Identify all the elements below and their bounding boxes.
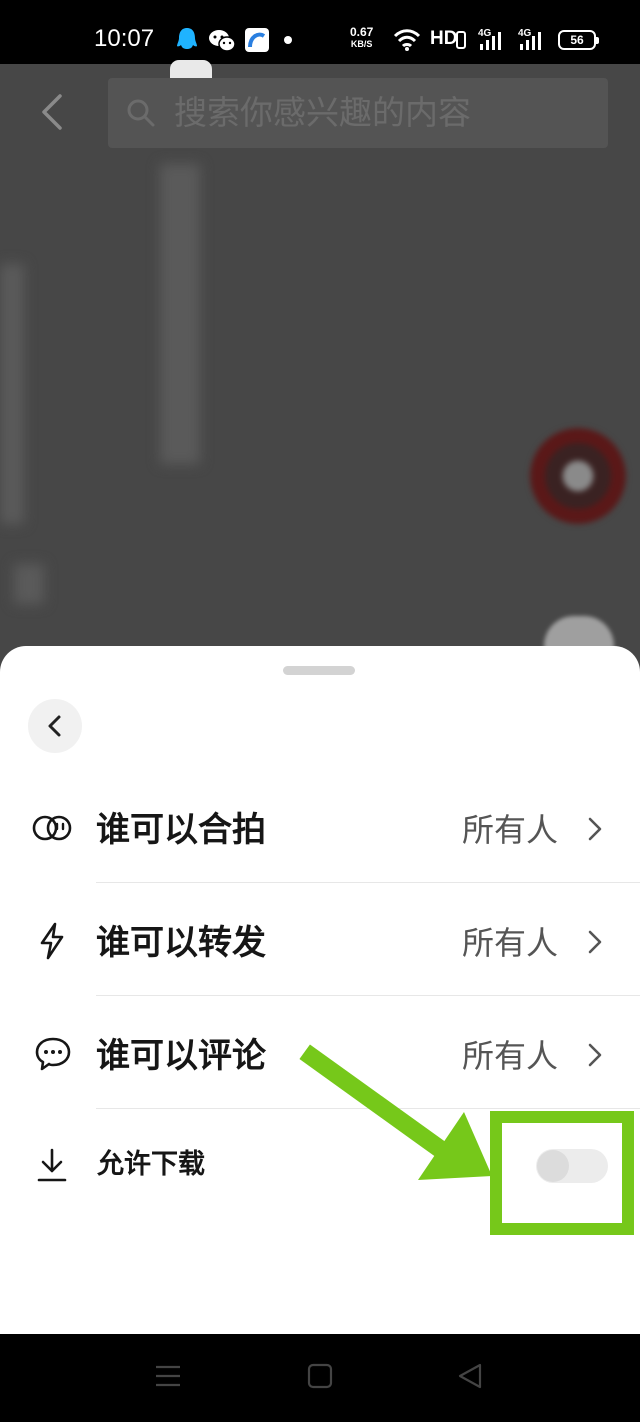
divider [96, 995, 640, 996]
video-background [0, 64, 640, 704]
wechat-icon [209, 30, 236, 52]
duet-icon [32, 815, 72, 841]
qq-icon [177, 28, 197, 49]
duet-permission-value: 所有人 [462, 811, 559, 849]
app-icon [245, 28, 269, 52]
comment-permission-row[interactable]: 谁可以评论 所有人 [0, 1000, 640, 1112]
duet-permission-row[interactable]: 谁可以合拍 所有人 [0, 774, 640, 886]
status-time: 10:07 [94, 25, 155, 52]
chevron-right-icon [588, 817, 602, 841]
net-speed-value: 0.67 [350, 25, 374, 39]
hd-label: HD [430, 28, 458, 49]
annotation-highlight-box [490, 1111, 634, 1235]
chevron-left-icon [48, 715, 61, 737]
signal-2-label: 4G [518, 28, 532, 39]
signal-icon-2: 4G [518, 28, 541, 50]
chevron-right-icon [588, 1043, 602, 1067]
search-placeholder: 搜索你感兴趣的内容 [174, 93, 471, 132]
signal-icon-1: 4G [478, 28, 501, 50]
interaction-settings-sheet: 谁可以合拍 所有人 谁可以转发 所有人 谁可以评论 所有人 允许下载 [0, 646, 640, 1334]
navigation-bar [0, 1334, 640, 1422]
allow-download-label: 允许下载 [97, 1149, 205, 1180]
net-speed: 0.67 KB/S [350, 26, 373, 50]
status-bar: 10:07 0.67 KB/S HD 4G 4G 56 [0, 0, 640, 64]
volte-icon [456, 31, 466, 49]
back-icon[interactable] [456, 1362, 484, 1390]
dot-icon [284, 36, 292, 44]
repost-permission-row[interactable]: 谁可以转发 所有人 [0, 887, 640, 999]
home-icon[interactable] [306, 1362, 334, 1390]
menu-icon[interactable] [154, 1362, 182, 1390]
signal-1-label: 4G [478, 28, 492, 39]
creator-avatar [530, 428, 626, 524]
wifi-icon [393, 29, 421, 51]
sheet-back-button[interactable] [28, 699, 82, 753]
divider [96, 882, 640, 883]
battery-level: 56 [570, 33, 584, 47]
battery-icon: 56 [558, 30, 599, 50]
comment-permission-value: 所有人 [462, 1037, 559, 1075]
search-icon [127, 99, 155, 127]
repost-permission-value: 所有人 [462, 924, 559, 962]
allow-download-row: 允许下载 [0, 1111, 640, 1235]
duet-permission-label: 谁可以合拍 [96, 810, 266, 850]
lightning-icon [40, 922, 64, 960]
back-icon[interactable] [36, 92, 70, 132]
net-speed-unit: KB/S [350, 39, 373, 49]
divider [96, 1108, 640, 1109]
search-bar[interactable]: 搜索你感兴趣的内容 [108, 78, 608, 148]
chevron-right-icon [588, 930, 602, 954]
download-icon [37, 1148, 67, 1182]
sheet-grabber[interactable] [283, 666, 355, 675]
comment-permission-label: 谁可以评论 [96, 1036, 266, 1076]
comment-icon [35, 1037, 71, 1071]
repost-permission-label: 谁可以转发 [96, 923, 266, 963]
